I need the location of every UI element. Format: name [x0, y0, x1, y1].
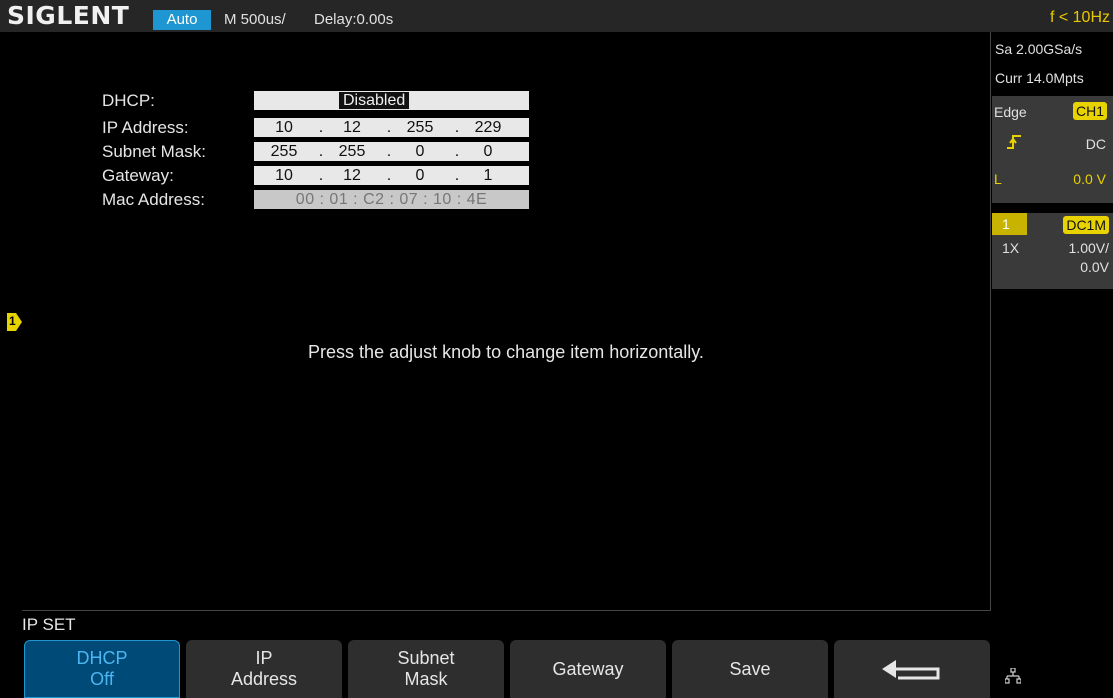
channel-marker-label: 1 [9, 314, 16, 328]
ip-address-softkey[interactable]: IP Address [186, 640, 342, 698]
dhcp-value: Disabled [339, 92, 410, 109]
save-softkey[interactable]: Save [672, 640, 828, 698]
subnet-octet-4: 0 [483, 143, 493, 160]
gateway-dot: . [454, 167, 460, 184]
brand-logo: SIGLENT [7, 1, 130, 30]
ip-address-label: IP Address: [102, 118, 189, 137]
gateway-label: Gateway: [102, 166, 174, 185]
subnet-dot: . [454, 143, 460, 160]
subnet-octet-3: 0 [415, 143, 425, 160]
dhcp-softkey[interactable]: DHCP Off [24, 640, 180, 698]
gateway-octet-1: 10 [275, 167, 293, 184]
subnet-dot: . [386, 143, 392, 160]
mac-address-field: 00 : 01 : C2 : 07 : 10 : 4E [254, 190, 529, 209]
trigger-type: Edge [994, 104, 1027, 120]
channel1-panel[interactable]: 1 DC1M 1X 1.00V/ 0.0V [992, 213, 1113, 289]
probe-ratio: 1X [1002, 240, 1020, 256]
trigger-mode-badge: Auto [153, 10, 211, 30]
subnet-octet-1: 255 [270, 143, 298, 160]
delay-readout: Delay:0.00s [314, 11, 394, 28]
ip-address-field[interactable]: 10 . 12 . 255 . 229 [254, 118, 529, 137]
trigger-panel[interactable]: Edge CH1 DC L 0.0 V [992, 96, 1113, 203]
volts-per-div: 1.00V/ [1068, 240, 1109, 256]
ip-dot: . [386, 119, 392, 136]
trigger-level-value: 0.0 V [1073, 171, 1106, 187]
hint-message: Press the adjust knob to change item hor… [308, 342, 704, 362]
menu-title: IP SET [22, 615, 76, 634]
subnet-mask-label: Subnet Mask: [102, 142, 206, 161]
frequency-readout: f < 10Hz [1049, 9, 1110, 26]
top-status-bar: SIGLENT Auto M 500us/ Delay:0.00s f < 10… [0, 0, 1113, 32]
memory-depth: Curr 14.0Mpts [995, 70, 1084, 86]
channel-offset: 0.0V [1080, 259, 1109, 275]
gateway-softkey[interactable]: Gateway [510, 640, 666, 698]
subnet-softkey-label-2: Mask [404, 669, 448, 689]
return-arrow-icon [882, 660, 940, 680]
ip-octet-2: 12 [343, 119, 361, 136]
subnet-octet-2: 255 [338, 143, 366, 160]
ip-octet-4: 229 [474, 119, 502, 136]
gateway-octet-4: 1 [483, 167, 493, 184]
channel1-offset-marker[interactable]: 1 [7, 313, 23, 336]
back-softkey[interactable] [834, 640, 990, 698]
rising-edge-icon [1007, 135, 1021, 149]
gateway-octet-3: 0 [415, 167, 425, 184]
subnet-mask-field[interactable]: 255 . 255 . 0 . 0 [254, 142, 529, 161]
dhcp-softkey-label: DHCP [76, 648, 128, 668]
trigger-source-badge: CH1 [1072, 102, 1107, 120]
ip-softkey-label-1: IP [255, 648, 273, 668]
subnet-mask-softkey[interactable]: Subnet Mask [348, 640, 504, 698]
gateway-dot: . [386, 167, 392, 184]
dhcp-label: DHCP: [102, 91, 155, 110]
network-icon [1005, 668, 1021, 684]
ip-octet-1: 10 [275, 119, 293, 136]
gateway-softkey-label: Gateway [552, 658, 624, 679]
trigger-level-label: L [994, 171, 1002, 187]
subnet-softkey-label-1: Subnet [397, 648, 455, 668]
display-area: DHCP: Disabled IP Address: 10 . 12 . 255… [22, 32, 991, 611]
gateway-dot: . [318, 167, 324, 184]
dhcp-softkey-value: Off [90, 669, 114, 689]
sample-rate: Sa 2.00GSa/s [995, 41, 1083, 57]
trigger-coupling: DC [1085, 136, 1106, 152]
ip-octet-3: 255 [406, 119, 434, 136]
gateway-octet-2: 12 [343, 167, 361, 184]
ip-dot: . [454, 119, 460, 136]
channel-coupling-badge: DC1M [1063, 216, 1109, 234]
mac-address-value: 00 : 01 : C2 : 07 : 10 : 4E [295, 191, 488, 208]
mac-address-label: Mac Address: [102, 190, 205, 209]
channel-number: 1 [992, 213, 1027, 235]
save-softkey-label: Save [729, 658, 771, 679]
dhcp-field[interactable]: Disabled [254, 91, 529, 110]
ip-softkey-label-2: Address [230, 669, 298, 689]
subnet-dot: . [318, 143, 324, 160]
timebase-readout: M 500us/ [224, 11, 286, 28]
gateway-field[interactable]: 10 . 12 . 0 . 1 [254, 166, 529, 185]
ip-dot: . [318, 119, 324, 136]
